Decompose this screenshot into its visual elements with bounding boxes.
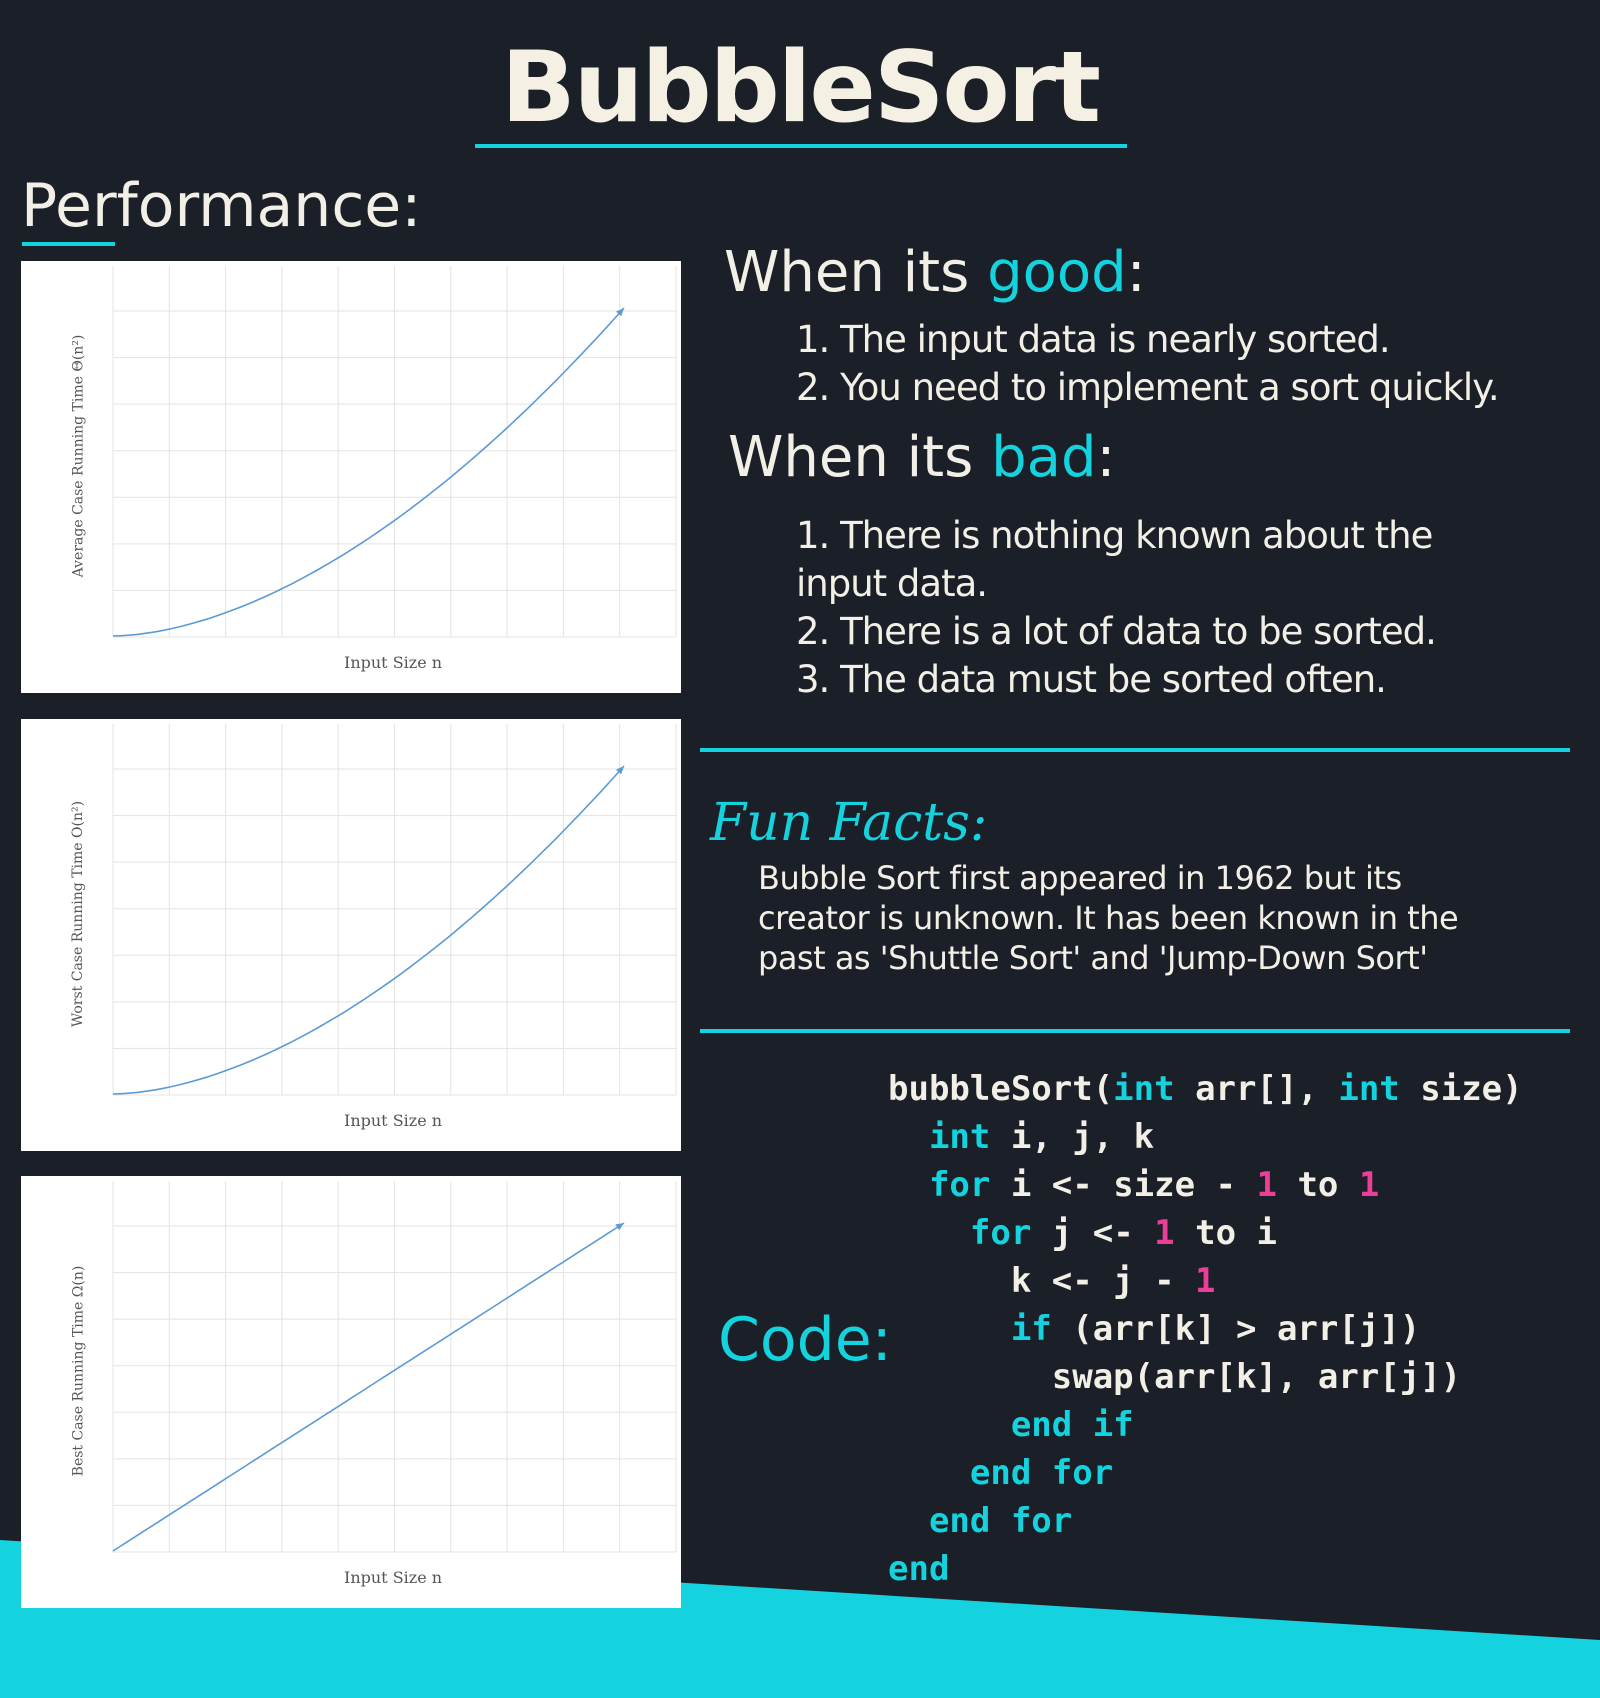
best-case-xlabel: Input Size n [344, 1568, 443, 1587]
code-line: end for [888, 1497, 1523, 1545]
code-number: 1 [1256, 1165, 1277, 1205]
code-line: k <- j - 1 [888, 1257, 1523, 1305]
code-keyword: end for [969, 1453, 1114, 1493]
code-number: 1 [1154, 1213, 1175, 1253]
section-divider [700, 748, 1570, 752]
bad-heading-highlight: bad [991, 425, 1097, 490]
code-line: end for [888, 1449, 1523, 1497]
code-line: bubbleSort(int arr[], int size) [888, 1065, 1523, 1113]
fun-facts-line: past as 'Shuttle Sort' and 'Jump-Down So… [758, 939, 1428, 977]
performance-heading: Performance: [21, 171, 422, 241]
code-keyword: end [888, 1549, 950, 1589]
worst-case-xlabel: Input Size n [344, 1111, 443, 1130]
code-keyword: for [928, 1165, 991, 1205]
worst-case-chart: Worst Case Running Time O(n²) Input Size… [21, 719, 681, 1151]
code-text: i, j, k [990, 1117, 1155, 1157]
code-text: size) [1399, 1069, 1523, 1109]
code-keyword: end if [1010, 1405, 1134, 1445]
code-heading: Code: [718, 1305, 892, 1375]
code-keyword: int [1113, 1069, 1175, 1109]
good-heading-highlight: good [987, 240, 1127, 305]
title-underline [475, 144, 1127, 148]
fun-facts-line: Bubble Sort first appeared in 1962 but i… [758, 859, 1402, 897]
average-case-ylabel: Average Case Running Time Θ(n²) [69, 334, 86, 578]
code-line: int i, j, k [888, 1113, 1523, 1161]
code-line: for j <- 1 to i [888, 1209, 1523, 1257]
code-number: 1 [1358, 1165, 1380, 1205]
fun-facts-heading: Fun Facts: [710, 793, 988, 853]
code-text: bubbleSort( [888, 1069, 1114, 1109]
page-title: BubbleSort [501, 31, 1101, 145]
code-line: if (arr[k] > arr[j]) [888, 1305, 1523, 1353]
average-case-plot [112, 266, 677, 638]
bad-heading: When its bad: [728, 425, 1115, 491]
code-keyword: for [969, 1213, 1032, 1253]
code-text: to [1276, 1165, 1359, 1205]
code-line: for i <- size - 1 to 1 [888, 1161, 1523, 1209]
code-text: (arr[k] > arr[j]) [1051, 1309, 1421, 1349]
section-divider [700, 1029, 1570, 1033]
code-text: k <- j - [888, 1261, 1196, 1301]
code-line: end if [888, 1401, 1523, 1449]
code-text: arr[], [1174, 1069, 1339, 1109]
worst-case-plot [112, 724, 677, 1096]
bad-item: 1. There is nothing known about the [796, 514, 1433, 557]
good-list: 1. The input data is nearly sorted. 2. Y… [796, 316, 1500, 412]
code-keyword: int [1338, 1069, 1400, 1109]
bad-item: 3. The data must be sorted often. [796, 658, 1387, 701]
curve-arrowhead [615, 1223, 624, 1231]
code-keyword: int [928, 1117, 991, 1157]
good-item: 2. You need to implement a sort quickly. [796, 366, 1500, 409]
code-block: bubbleSort(int arr[], int size) int i, j… [888, 1065, 1523, 1593]
good-heading-suffix: : [1126, 240, 1146, 305]
good-item: 1. The input data is nearly sorted. [796, 318, 1391, 361]
worst-case-ylabel: Worst Case Running Time O(n²) [70, 800, 87, 1028]
best-case-ylabel: Best Case Running Time Ω(n) [69, 1265, 86, 1477]
bad-heading-prefix: When its [728, 425, 992, 490]
performance-underline [22, 242, 115, 246]
average-case-chart: Average Case Running Time Θ(n²) Input Si… [21, 261, 681, 693]
average-case-xlabel: Input Size n [344, 653, 443, 672]
bad-heading-suffix: : [1096, 425, 1116, 490]
code-text: i <- size - [990, 1165, 1257, 1205]
good-heading-prefix: When its [724, 240, 988, 305]
fun-facts-line: creator is unknown. It has been known in… [758, 899, 1459, 937]
code-text: swap(arr[k], arr[j]) [888, 1357, 1462, 1397]
fun-facts-body: Bubble Sort first appeared in 1962 but i… [758, 858, 1498, 978]
code-keyword: if [1010, 1309, 1052, 1349]
code-text: j <- [1031, 1213, 1155, 1253]
good-heading: When its good: [724, 240, 1146, 306]
bad-item: 2. There is a lot of data to be sorted. [796, 610, 1437, 653]
best-case-plot [112, 1181, 677, 1553]
code-line: end [888, 1545, 1523, 1593]
best-case-chart: Best Case Running Time Ω(n) Input Size n [21, 1176, 681, 1608]
code-line: swap(arr[k], arr[j]) [888, 1353, 1523, 1401]
bad-item: input data. [796, 562, 988, 605]
code-keyword: end for [928, 1501, 1073, 1541]
code-text: to i [1174, 1213, 1277, 1253]
code-number: 1 [1195, 1261, 1216, 1301]
bad-list: 1. There is nothing known about the inpu… [796, 512, 1437, 704]
